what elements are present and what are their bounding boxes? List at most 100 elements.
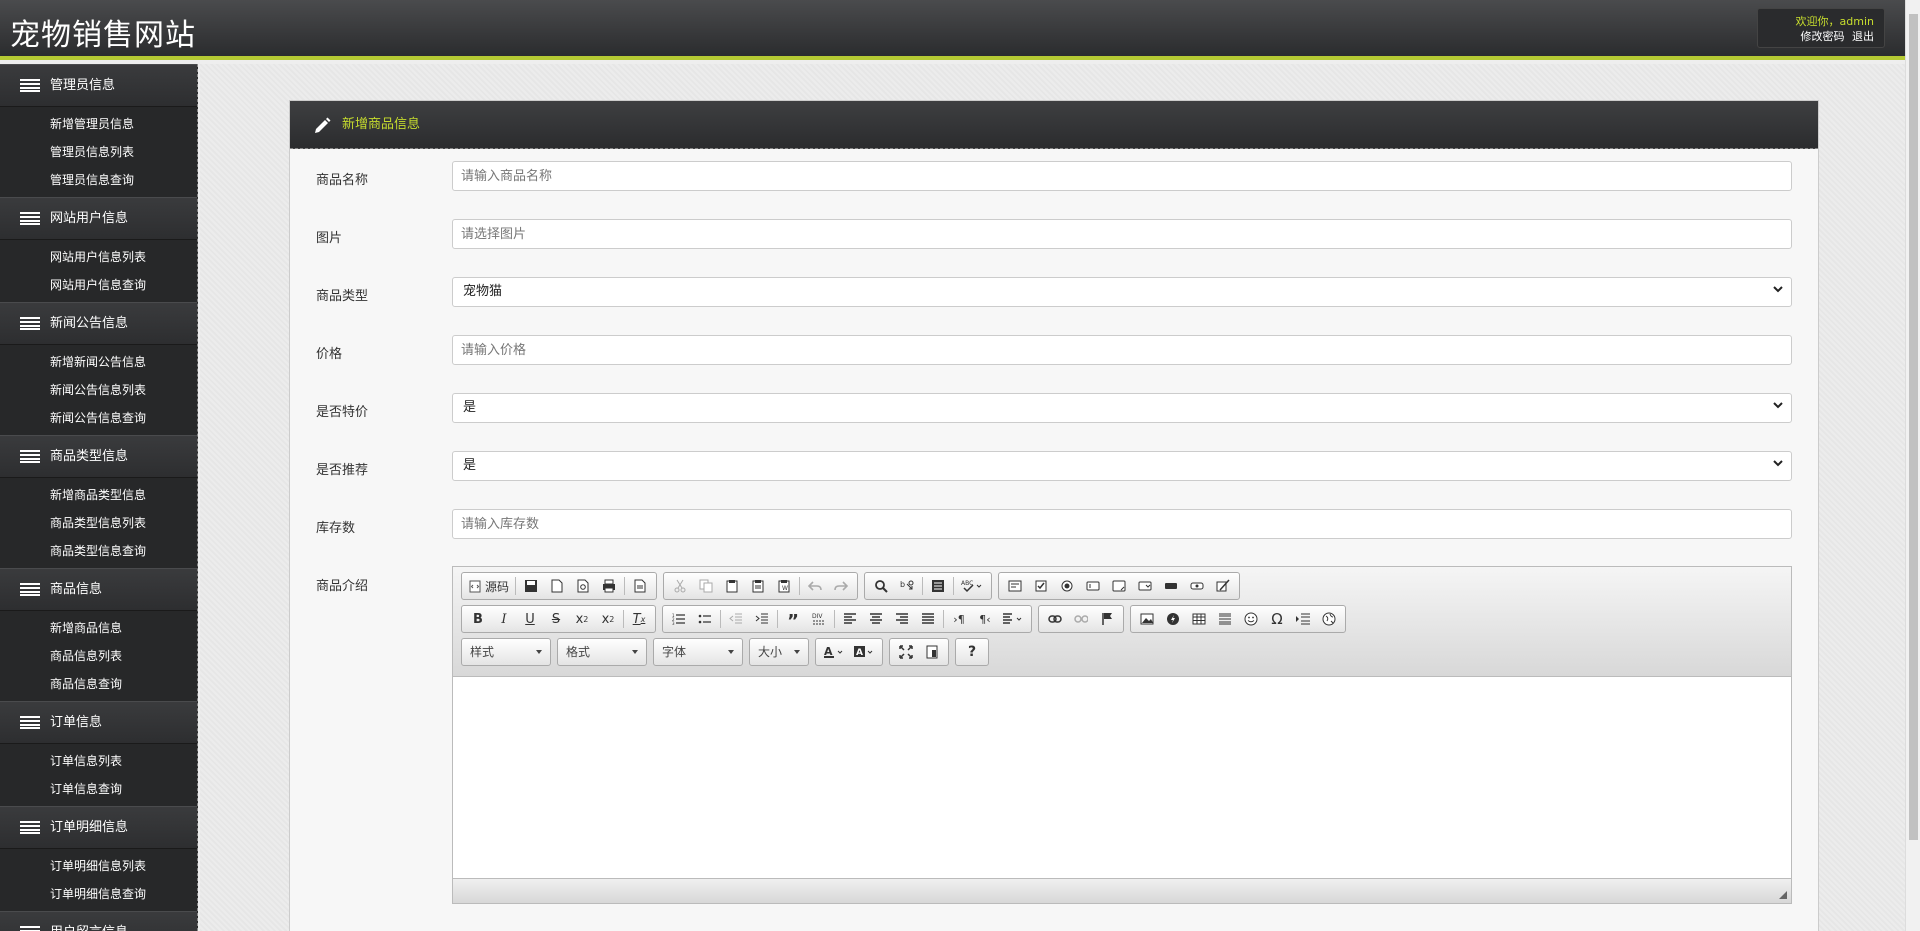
resize-handle-icon[interactable] xyxy=(1778,890,1788,900)
templates-button[interactable] xyxy=(627,574,653,598)
superscript-button[interactable]: x2 xyxy=(595,607,621,631)
sidebar-item[interactable]: 管理员信息列表 xyxy=(0,138,197,166)
sidebar-item[interactable]: 网站用户信息查询 xyxy=(0,271,197,299)
sidebar-item[interactable]: 商品类型信息列表 xyxy=(0,509,197,537)
bulleted-list-button[interactable] xyxy=(692,607,718,631)
language-button[interactable] xyxy=(998,607,1028,631)
sidebar-item[interactable]: 商品类型信息查询 xyxy=(0,537,197,565)
unlink-button[interactable] xyxy=(1068,607,1094,631)
sidebar-item[interactable]: 管理员信息查询 xyxy=(0,166,197,194)
sidebar-item[interactable]: 新增商品类型信息 xyxy=(0,481,197,509)
radio-button[interactable] xyxy=(1054,574,1080,598)
background-color-button[interactable]: A xyxy=(849,640,879,664)
sidebar-item[interactable]: 商品信息查询 xyxy=(0,670,197,698)
logout-link[interactable]: 退出 xyxy=(1852,30,1874,43)
form-button[interactable] xyxy=(1002,574,1028,598)
table-button[interactable] xyxy=(1186,607,1212,631)
paste-button[interactable] xyxy=(719,574,745,598)
special-char-button[interactable]: Ω xyxy=(1264,607,1290,631)
sidebar-item[interactable]: 商品信息列表 xyxy=(0,642,197,670)
maximize-button[interactable] xyxy=(893,640,919,664)
remove-format-button[interactable]: Tx xyxy=(626,607,652,631)
align-center-button[interactable] xyxy=(863,607,889,631)
copy-button[interactable] xyxy=(693,574,719,598)
numbered-list-button[interactable]: 123 xyxy=(666,607,692,631)
sidebar-item[interactable]: 新增新闻公告信息 xyxy=(0,348,197,376)
find-button[interactable] xyxy=(868,574,894,598)
italic-button[interactable]: I xyxy=(491,607,517,631)
button-button[interactable] xyxy=(1158,574,1184,598)
undo-button[interactable] xyxy=(802,574,828,598)
flash-button[interactable] xyxy=(1160,607,1186,631)
page-break-button[interactable] xyxy=(1290,607,1316,631)
image-button[interactable] xyxy=(1134,607,1160,631)
horizontal-rule-button[interactable] xyxy=(1212,607,1238,631)
sidebar-group-site-users[interactable]: 网站用户信息 xyxy=(0,197,197,240)
redo-button[interactable] xyxy=(828,574,854,598)
blockquote-button[interactable]: ” xyxy=(780,607,806,631)
ltr-button[interactable]: ›¶ xyxy=(946,607,972,631)
div-container-button[interactable]: DIV xyxy=(806,607,832,631)
select-all-button[interactable] xyxy=(925,574,951,598)
sidebar-group-products[interactable]: 商品信息 xyxy=(0,568,197,611)
align-left-button[interactable] xyxy=(837,607,863,631)
scrollbar-thumb[interactable] xyxy=(1909,14,1918,840)
paste-text-button[interactable] xyxy=(745,574,771,598)
bold-button[interactable]: B xyxy=(465,607,491,631)
spellcheck-button[interactable]: ABC xyxy=(956,574,988,598)
outdent-button[interactable] xyxy=(723,607,749,631)
sidebar-group-news[interactable]: 新闻公告信息 xyxy=(0,302,197,345)
justify-button[interactable] xyxy=(915,607,941,631)
strike-button[interactable]: S xyxy=(543,607,569,631)
stock-input[interactable] xyxy=(452,509,1792,539)
rtl-button[interactable]: ¶‹ xyxy=(972,607,998,631)
anchor-button[interactable] xyxy=(1094,607,1120,631)
sidebar-group-messages[interactable]: 用户留言信息 xyxy=(0,911,197,931)
font-combo[interactable]: 字体 xyxy=(653,638,743,666)
price-input[interactable] xyxy=(452,335,1792,365)
product-name-input[interactable] xyxy=(452,161,1792,191)
sidebar-item[interactable]: 新增商品信息 xyxy=(0,614,197,642)
styles-combo[interactable]: 样式 xyxy=(461,638,551,666)
sidebar-item[interactable]: 网站用户信息列表 xyxy=(0,243,197,271)
align-right-button[interactable] xyxy=(889,607,915,631)
save-button[interactable] xyxy=(518,574,544,598)
sidebar-item[interactable]: 订单明细信息查询 xyxy=(0,880,197,908)
smiley-button[interactable] xyxy=(1238,607,1264,631)
sidebar-group-admin[interactable]: 管理员信息 xyxy=(0,64,197,107)
page-scrollbar[interactable] xyxy=(1905,0,1920,931)
about-button[interactable]: ? xyxy=(959,640,985,664)
textfield-button[interactable] xyxy=(1080,574,1106,598)
sidebar-item[interactable]: 新增管理员信息 xyxy=(0,110,197,138)
sidebar-item[interactable]: 订单信息查询 xyxy=(0,775,197,803)
special-price-select[interactable]: 是 xyxy=(452,393,1792,423)
change-password-link[interactable]: 修改密码 xyxy=(1801,30,1845,43)
editor-content-area[interactable] xyxy=(453,678,1791,878)
replace-button[interactable]: b xyxy=(894,574,920,598)
sidebar-group-order-details[interactable]: 订单明细信息 xyxy=(0,806,197,849)
preview-button[interactable] xyxy=(570,574,596,598)
cut-button[interactable] xyxy=(667,574,693,598)
sidebar-group-product-types[interactable]: 商品类型信息 xyxy=(0,435,197,478)
sidebar-item[interactable]: 订单明细信息列表 xyxy=(0,852,197,880)
sidebar-item[interactable]: 新闻公告信息列表 xyxy=(0,376,197,404)
paste-word-button[interactable]: W xyxy=(771,574,797,598)
indent-button[interactable] xyxy=(749,607,775,631)
size-combo[interactable]: 大小 xyxy=(749,638,809,666)
new-page-button[interactable] xyxy=(544,574,570,598)
text-color-button[interactable]: A xyxy=(819,640,849,664)
checkbox-button[interactable] xyxy=(1028,574,1054,598)
show-blocks-button[interactable] xyxy=(919,640,945,664)
textarea-button[interactable] xyxy=(1106,574,1132,598)
product-type-select[interactable]: 宠物猫 xyxy=(452,277,1792,307)
underline-button[interactable]: U xyxy=(517,607,543,631)
iframe-button[interactable] xyxy=(1316,607,1342,631)
sidebar-item[interactable]: 订单信息列表 xyxy=(0,747,197,775)
hidden-field-button[interactable] xyxy=(1210,574,1236,598)
recommend-select[interactable]: 是 xyxy=(452,451,1792,481)
print-button[interactable] xyxy=(596,574,622,598)
source-button[interactable]: 源码 xyxy=(465,574,513,598)
subscript-button[interactable]: x2 xyxy=(569,607,595,631)
sidebar-item[interactable]: 新闻公告信息查询 xyxy=(0,404,197,432)
image-input[interactable] xyxy=(452,219,1792,249)
